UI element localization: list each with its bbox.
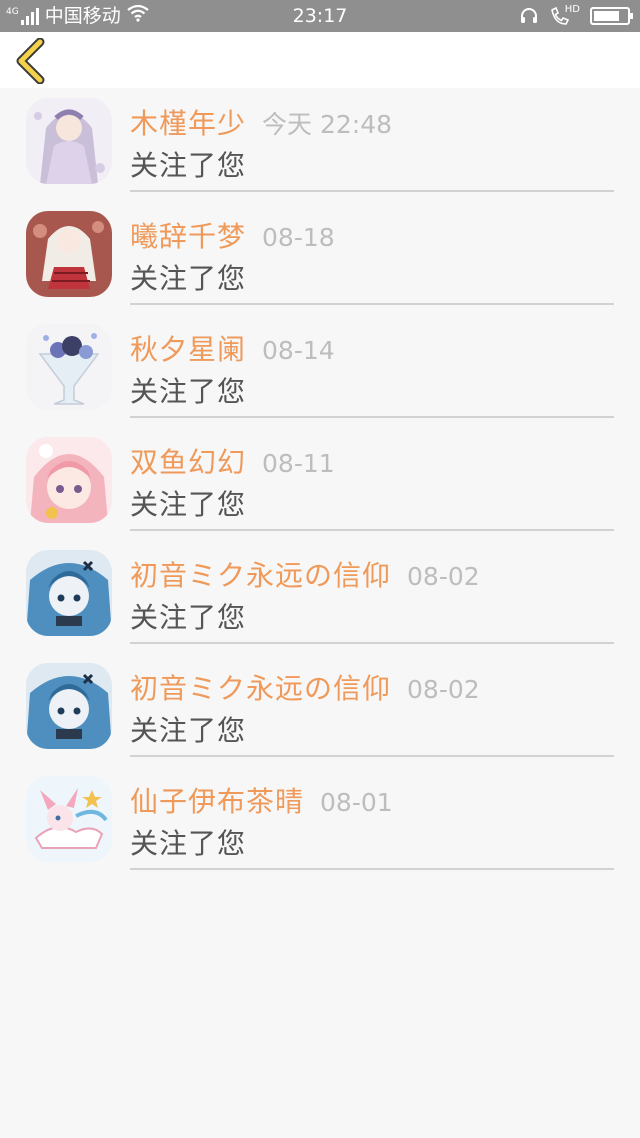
list-item[interactable]: 木槿年少 今天 22:48 关注了您: [0, 88, 640, 201]
notification-text: 关注了您: [130, 375, 247, 408]
notification-text: 关注了您: [130, 488, 247, 521]
notification-text: 关注了您: [130, 827, 247, 860]
row-header: 初音ミク永远の信仰 08-02: [130, 669, 480, 709]
divider: [130, 529, 614, 531]
list-item[interactable]: 初音ミク永远の信仰 08-02 关注了您: [0, 653, 640, 766]
user-name[interactable]: 初音ミク永远の信仰: [130, 559, 391, 592]
list-item[interactable]: 秋夕星阑 08-14 关注了您: [0, 314, 640, 427]
headset-icon: [519, 6, 539, 26]
hd-badge: HD: [564, 4, 580, 15]
nav-bar: [0, 32, 640, 88]
avatar[interactable]: [26, 324, 112, 410]
row-header: 木槿年少 今天 22:48: [130, 104, 392, 144]
user-name[interactable]: 木槿年少: [130, 107, 246, 140]
hd-call-icon: HD: [549, 5, 580, 27]
user-name[interactable]: 仙子伊布茶晴: [130, 785, 304, 818]
notification-text: 关注了您: [130, 714, 247, 747]
divider: [130, 868, 614, 870]
divider: [130, 190, 614, 192]
avatar[interactable]: [26, 211, 112, 297]
row-header: 初音ミク永远の信仰 08-02: [130, 556, 480, 596]
timestamp: 08-01: [320, 788, 393, 817]
follow-notification-list: 木槿年少 今天 22:48 关注了您 曦辞千梦 08-18 关注了您 秋夕星阑 …: [0, 88, 640, 879]
divider: [130, 642, 614, 644]
timestamp: 08-14: [262, 336, 335, 365]
avatar[interactable]: [26, 550, 112, 636]
divider: [130, 755, 614, 757]
user-name[interactable]: 双鱼幻幻: [130, 446, 246, 479]
status-bar: 4G 中国移动 23:17 HD: [0, 0, 640, 32]
back-button[interactable]: [12, 37, 56, 85]
row-header: 曦辞千梦 08-18: [130, 217, 335, 257]
notification-text: 关注了您: [130, 149, 247, 182]
timestamp: 08-02: [407, 675, 480, 704]
notification-text: 关注了您: [130, 601, 247, 634]
row-header: 仙子伊布茶晴 08-01: [130, 782, 393, 822]
list-item[interactable]: 曦辞千梦 08-18 关注了您: [0, 201, 640, 314]
user-name[interactable]: 秋夕星阑: [130, 333, 246, 366]
battery-icon: [590, 6, 634, 26]
row-header: 双鱼幻幻 08-11: [130, 443, 335, 483]
timestamp: 今天 22:48: [262, 110, 393, 139]
chevron-left-icon: [16, 37, 45, 85]
divider: [130, 416, 614, 418]
list-item[interactable]: 双鱼幻幻 08-11 关注了您: [0, 427, 640, 540]
status-right: HD: [509, 0, 634, 32]
user-name[interactable]: 曦辞千梦: [130, 220, 246, 253]
avatar[interactable]: [26, 663, 112, 749]
list-item[interactable]: 初音ミク永远の信仰 08-02 关注了您: [0, 540, 640, 653]
notification-text: 关注了您: [130, 262, 247, 295]
divider: [130, 303, 614, 305]
avatar[interactable]: [26, 98, 112, 184]
avatar[interactable]: [26, 776, 112, 862]
user-name[interactable]: 初音ミク永远の信仰: [130, 672, 391, 705]
timestamp: 08-11: [262, 449, 335, 478]
row-header: 秋夕星阑 08-14: [130, 330, 335, 370]
timestamp: 08-18: [262, 223, 335, 252]
timestamp: 08-02: [407, 562, 480, 591]
avatar[interactable]: [26, 437, 112, 523]
list-item[interactable]: 仙子伊布茶晴 08-01 关注了您: [0, 766, 640, 879]
